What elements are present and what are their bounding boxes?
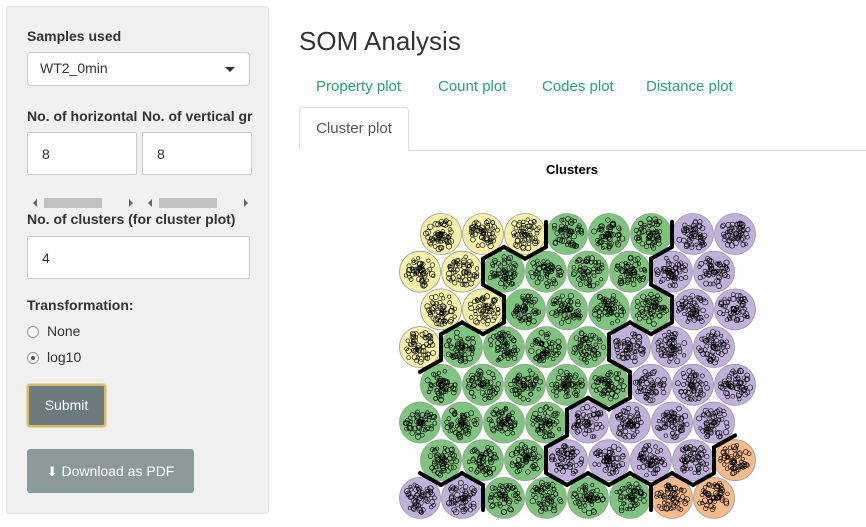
scroll-thumb[interactable] [159, 198, 217, 208]
horizontal-scrollbar[interactable] [27, 196, 137, 210]
vertical-label: No. of vertical gr [142, 108, 253, 124]
radio-none[interactable]: None [27, 323, 80, 339]
download-pdf-button[interactable]: ⬇ Download as PDF [27, 449, 194, 493]
radio-log10-label: log10 [47, 349, 82, 365]
horizontal-grid-input[interactable]: 8 [27, 132, 137, 175]
plot-title: Clusters [546, 162, 599, 177]
samples-select[interactable]: WT2_0min [27, 52, 250, 86]
scroll-thumb[interactable] [44, 198, 102, 208]
radio-none-label: None [47, 323, 81, 339]
scroll-right-icon[interactable] [129, 199, 133, 207]
radio-none-circle[interactable] [27, 326, 39, 338]
radio-log10[interactable]: log10 [27, 349, 81, 365]
samples-label: Samples used [27, 28, 122, 44]
radio-log10-circle[interactable] [27, 352, 39, 364]
som-cluster-plot [399, 213, 756, 519]
tab-distance-plot[interactable]: Distance plot [646, 78, 733, 95]
horizontal-label: No. of horizontal [27, 108, 138, 124]
download-pdf-label: Download as PDF [61, 463, 175, 479]
tab-codes-plot[interactable]: Codes plot [542, 78, 614, 95]
vertical-scrollbar[interactable] [142, 196, 252, 210]
submit-button[interactable]: Submit [27, 384, 106, 427]
tab-count-plot[interactable]: Count plot [438, 78, 506, 95]
page-title: SOM Analysis [299, 26, 461, 56]
chevron-down-icon [225, 67, 235, 72]
som-unit-yellow [399, 250, 441, 293]
som-unit-yellow [462, 213, 504, 255]
download-icon: ⬇ [46, 464, 58, 479]
horizontal-grid-value: 8 [42, 146, 50, 162]
sidebar-panel: Samples used WT2_0min No. of horizontal … [6, 6, 269, 514]
clusters-input[interactable]: 4 [27, 236, 250, 279]
som-unit-purple [441, 476, 483, 519]
clusters-label: No. of clusters (for cluster plot) [27, 211, 236, 227]
som-unit-orange [693, 476, 735, 519]
som-unit-purple [693, 401, 735, 444]
som-unit-green [525, 250, 567, 293]
som-unit-purple [714, 213, 756, 255]
vertical-grid-input[interactable]: 8 [142, 132, 252, 175]
scroll-left-icon[interactable] [148, 199, 152, 207]
scroll-right-icon[interactable] [244, 199, 248, 207]
som-unit-green [630, 213, 672, 255]
tab-cluster-plot[interactable]: Cluster plot [299, 107, 409, 151]
transformation-label: Transformation: [27, 297, 134, 313]
vertical-grid-value: 8 [157, 146, 165, 162]
tab-property-plot[interactable]: Property plot [316, 78, 401, 95]
clusters-value: 4 [42, 250, 50, 266]
samples-select-value: WT2_0min [40, 60, 108, 76]
scroll-left-icon[interactable] [33, 199, 37, 207]
som-unit-green [546, 288, 588, 331]
